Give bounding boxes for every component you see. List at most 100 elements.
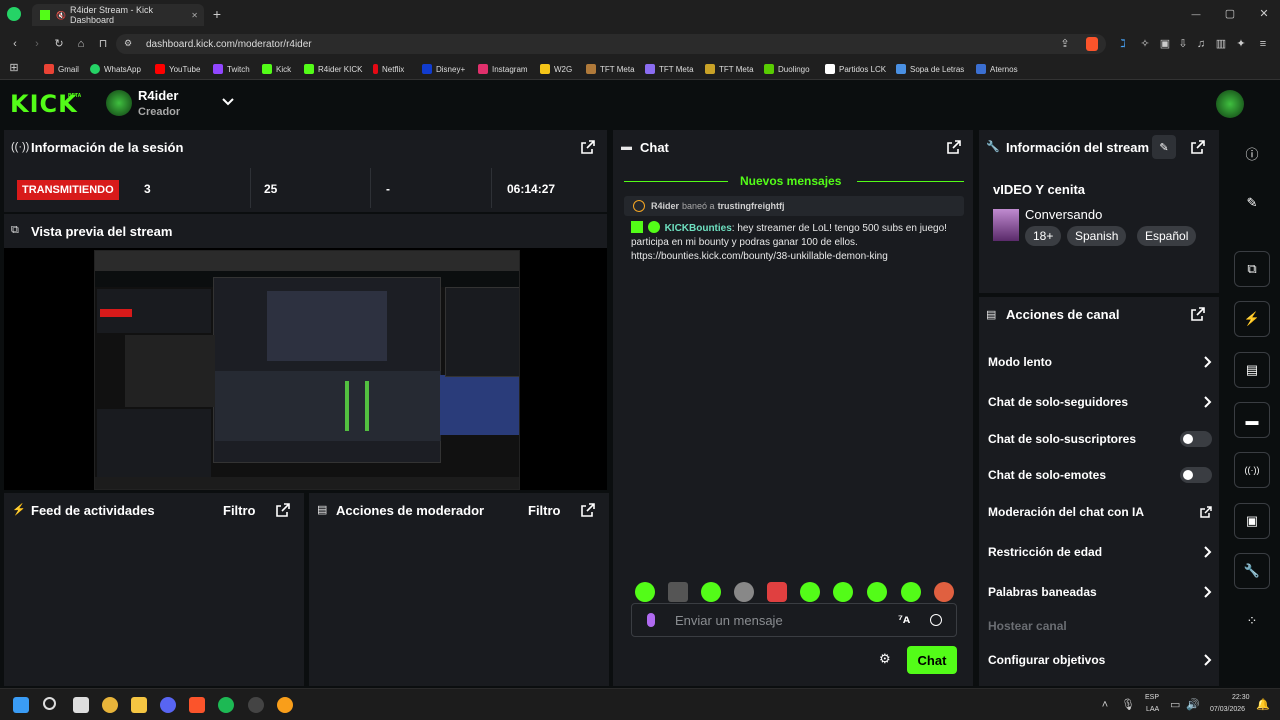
microphone-icon[interactable]: 🎙 (1121, 699, 1135, 711)
media-icon[interactable]: ♫ (1194, 38, 1208, 50)
bookmark-item[interactable]: Partidos LCK (825, 62, 886, 76)
emotes-only-toggle[interactable] (1180, 467, 1212, 483)
emote-icon[interactable] (800, 582, 820, 602)
emote-icon[interactable] (833, 582, 853, 602)
screenshot-icon[interactable]: ▣ (1158, 38, 1172, 50)
bookmark-item[interactable]: TFT Meta (586, 62, 635, 76)
maximize-button[interactable]: ▢ (1222, 8, 1238, 20)
file-explorer-icon[interactable] (131, 697, 147, 713)
leo-ai-icon[interactable]: ✦ (1234, 38, 1248, 50)
bookmark-item[interactable]: Netflix (373, 62, 404, 76)
channel-avatar[interactable] (106, 90, 132, 116)
volume-icon[interactable]: 🔊 (1186, 699, 1200, 711)
chat-message[interactable]: KICKBounties: hey streamer de LoL! tengo… (631, 221, 961, 264)
notification-bell-icon[interactable]: 🔔 (1256, 699, 1270, 711)
windows-start-icon[interactable] (13, 697, 29, 713)
filter-button[interactable]: Filtro (223, 503, 256, 518)
close-window-button[interactable]: ✕ (1256, 8, 1272, 20)
share-icon[interactable]: ⇪ (1058, 38, 1072, 50)
popout-icon[interactable] (581, 140, 595, 154)
site-settings-icon[interactable]: ⚙ (124, 38, 132, 49)
bookmark-item[interactable]: TFT Meta (645, 62, 694, 76)
action-configure-goals[interactable]: Configurar objetivos (988, 650, 1212, 670)
popout-icon[interactable] (947, 140, 961, 154)
popout-icon[interactable] (581, 503, 595, 517)
emote-icon[interactable] (767, 582, 787, 602)
bookmark-item[interactable]: WhatsApp (90, 62, 141, 76)
action-banned-words[interactable]: Palabras baneadas (988, 582, 1212, 602)
download-icon[interactable]: ⇩ (1176, 38, 1190, 50)
bookmark-item[interactable]: Twitch (213, 62, 250, 76)
edit-icon[interactable]: ✎ (1234, 185, 1270, 221)
chat-username[interactable]: KICKBounties (665, 223, 732, 234)
url-field[interactable]: ⚙ dashboard.kick.com/moderator/r4ider (116, 34, 1106, 54)
action-followers-only[interactable]: Chat de solo-seguidores (988, 392, 1212, 412)
network-icon[interactable]: ▭ (1170, 699, 1180, 711)
ban-moderator[interactable]: R4ider (651, 201, 679, 211)
browser-tab[interactable]: 🔇 R4ider Stream - Kick Dashboard ✕ (32, 4, 204, 26)
minimize-button[interactable]: — (1188, 8, 1204, 20)
broadcast-icon[interactable]: ((·)) (1234, 452, 1270, 488)
translate-icon[interactable]: ⁷ᴀ (898, 612, 910, 626)
brave-shield-icon[interactable] (1086, 37, 1098, 51)
bookmark-item[interactable]: W2G (540, 62, 572, 76)
bookmark-item[interactable]: Sopa de Letras (896, 62, 964, 76)
bookmark-icon[interactable]: ⊓ (96, 38, 110, 50)
bookmark-item[interactable]: TFT Meta (705, 62, 754, 76)
overwatch-icon[interactable] (277, 697, 293, 713)
back-icon[interactable]: ‹ (8, 38, 22, 50)
document-icon[interactable]: ▤ (1234, 352, 1270, 388)
microphone-icon[interactable] (647, 613, 655, 627)
apps-grid-icon[interactable]: ⊞ (8, 62, 20, 74)
emote-icon[interactable] (934, 582, 954, 602)
screen-capture-icon[interactable]: ⧉ (1234, 251, 1270, 287)
spotify-icon[interactable] (218, 697, 234, 713)
ban-target[interactable]: trustingfreightfj (718, 201, 785, 211)
task-view-icon[interactable] (73, 697, 89, 713)
chrome-icon[interactable] (102, 697, 118, 713)
obs-icon[interactable] (248, 697, 264, 713)
emote-icon[interactable] (635, 582, 655, 602)
action-age-restriction[interactable]: Restricción de edad (988, 542, 1212, 562)
emote-icon[interactable] (701, 582, 721, 602)
emote-icon[interactable] (668, 582, 688, 602)
emote-icon[interactable] (901, 582, 921, 602)
bolt-icon[interactable]: ⚡ (1234, 301, 1270, 337)
edit-stream-button[interactable]: ✎ (1152, 135, 1176, 159)
chat-settings-gear-icon[interactable]: ⚙ (879, 651, 891, 667)
emote-icon[interactable] (867, 582, 887, 602)
whatsapp-app-icon[interactable] (7, 7, 21, 21)
stream-category[interactable]: Conversando (1025, 207, 1102, 222)
bookmark-item[interactable]: R4ider KICK (304, 62, 362, 76)
moderator-actions-icon[interactable]: ▣ (1234, 503, 1270, 539)
translate-icon[interactable]: ℷ (1116, 38, 1130, 50)
extensions-icon[interactable]: ✧ (1138, 38, 1152, 50)
bookmark-item[interactable]: YouTube (155, 62, 200, 76)
wrench-icon[interactable]: 🔧 (1234, 553, 1270, 589)
subscribers-only-toggle[interactable] (1180, 431, 1212, 447)
stream-preview-video[interactable] (94, 250, 520, 490)
search-icon[interactable] (43, 697, 56, 710)
menu-icon[interactable]: ≡ (1256, 38, 1270, 50)
chat-input[interactable]: Enviar un mensaje ⁷ᴀ (631, 603, 957, 637)
bookmark-item[interactable]: Aternos (976, 62, 1018, 76)
popout-icon[interactable] (276, 503, 290, 517)
bookmark-item[interactable]: Duolingo (764, 62, 810, 76)
info-icon[interactable]: ⓘ (1234, 135, 1270, 171)
bookmark-item[interactable]: Gmail (44, 62, 79, 76)
tab-close-icon[interactable]: ✕ (191, 11, 198, 20)
new-tab-button[interactable]: + (210, 7, 224, 21)
keyboard-language[interactable]: ESP (1145, 694, 1159, 701)
more-icon[interactable]: ⁘ (1234, 603, 1270, 639)
chat-bubble-icon[interactable]: ▬ (1234, 402, 1270, 438)
popout-icon[interactable] (1191, 307, 1205, 321)
forward-icon[interactable]: › (30, 38, 44, 50)
emote-icon[interactable] (734, 582, 754, 602)
reload-icon[interactable]: ↻ (52, 38, 66, 50)
clock-date[interactable]: 07/03/2026 (1210, 706, 1245, 713)
bookmark-item[interactable]: Instagram (478, 62, 528, 76)
emoji-icon[interactable] (930, 614, 942, 626)
action-ai-moderation[interactable]: Moderación del chat con IA (988, 502, 1212, 522)
popout-icon[interactable] (1191, 140, 1205, 154)
user-avatar[interactable] (1216, 90, 1244, 118)
